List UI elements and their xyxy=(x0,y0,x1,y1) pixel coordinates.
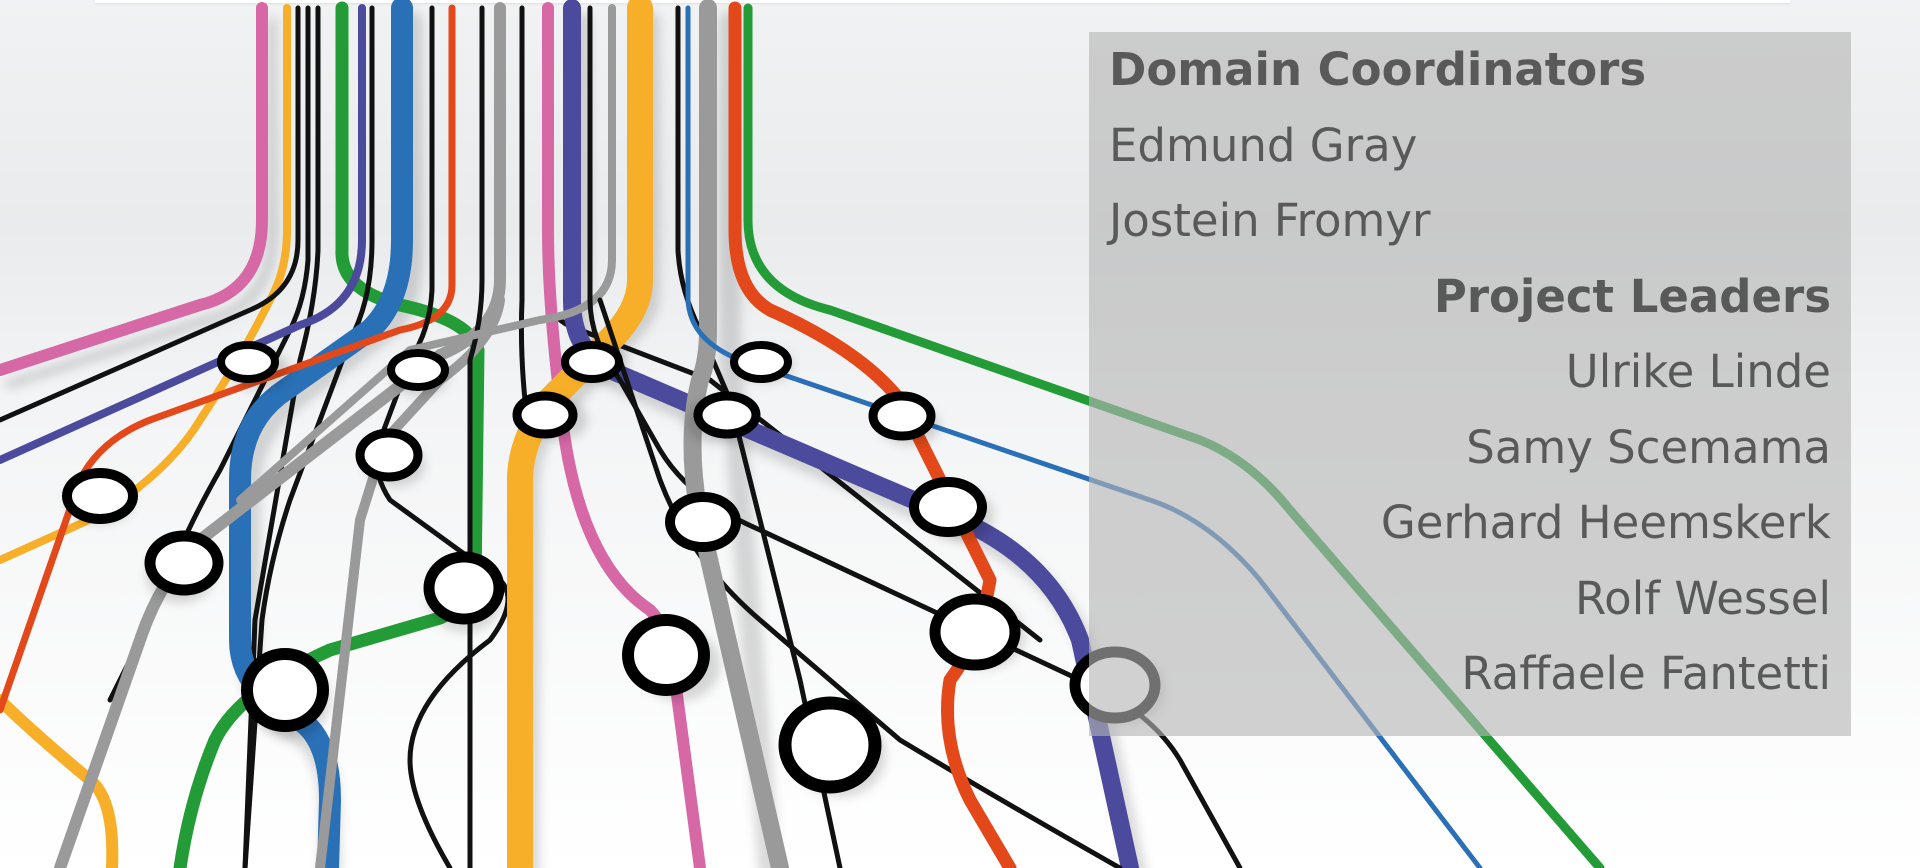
station xyxy=(929,593,1021,671)
station xyxy=(868,391,936,441)
station xyxy=(561,341,623,383)
project-leader-name: Raffaele Fantetti xyxy=(1461,647,1831,700)
station xyxy=(241,648,329,732)
station xyxy=(693,391,761,439)
domain-coordinator-name: Jostein Fromyr xyxy=(1109,194,1431,247)
station xyxy=(423,551,505,625)
station xyxy=(778,696,882,794)
black-line-2 xyxy=(107,5,311,703)
station xyxy=(62,468,138,524)
station xyxy=(217,341,279,383)
station xyxy=(665,492,741,552)
station xyxy=(355,428,423,482)
project-leader-name: Samy Scemama xyxy=(1466,420,1831,474)
station xyxy=(622,614,710,696)
domain-coordinators-heading: Domain Coordinators xyxy=(1109,43,1647,96)
project-leader-name: Ulrike Linde xyxy=(1565,345,1831,398)
station xyxy=(909,477,987,537)
project-leaders-heading: Project Leaders xyxy=(1433,269,1831,323)
domain-coordinator-name: Edmund Gray xyxy=(1109,118,1418,172)
station xyxy=(144,530,224,596)
names-panel: Domain Coordinators Edmund Gray Jostein … xyxy=(1089,32,1851,736)
station xyxy=(730,341,792,383)
station xyxy=(512,391,578,439)
project-leader-name: Gerhard Heemskerk xyxy=(1380,496,1831,549)
station xyxy=(387,349,449,391)
project-leader-name: Rolf Wessel xyxy=(1574,571,1831,625)
